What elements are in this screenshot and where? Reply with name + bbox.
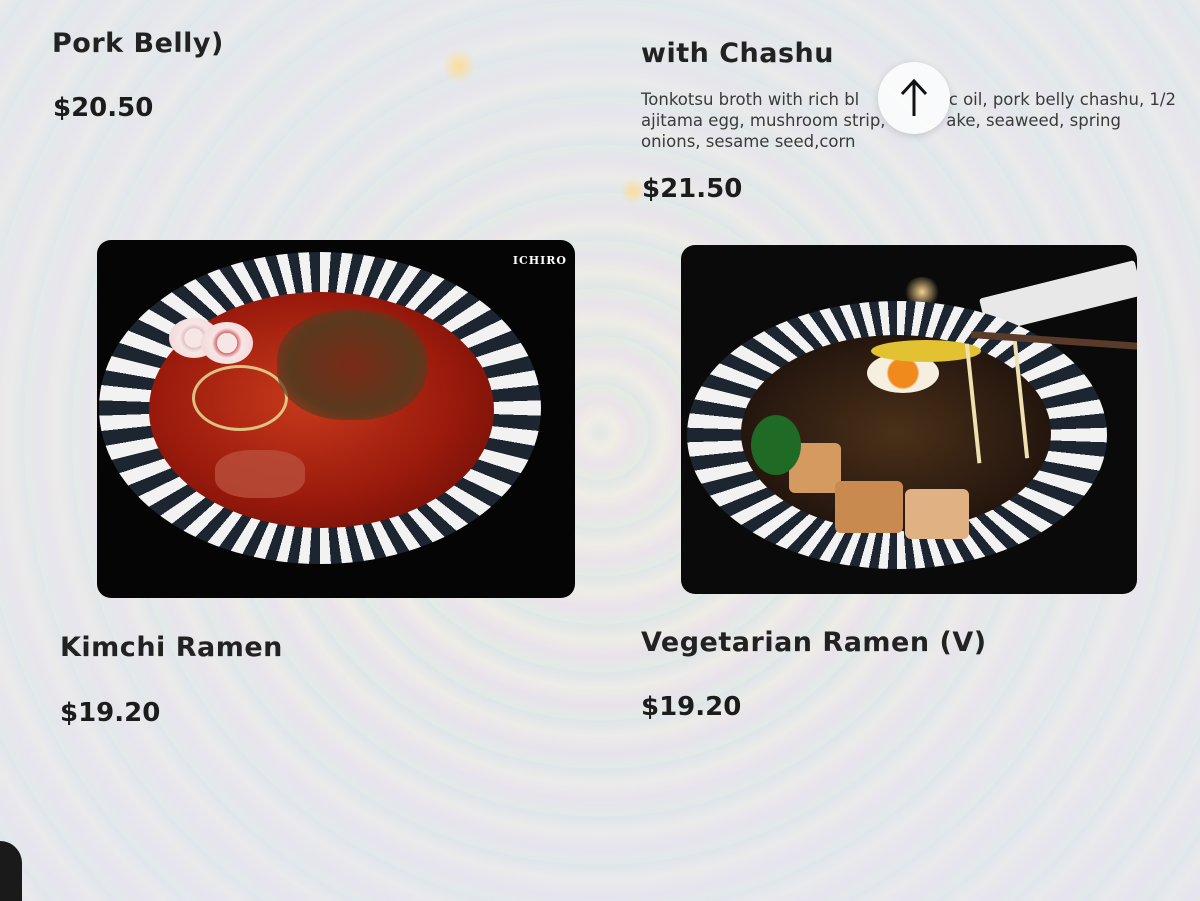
kimchi-ramen-photo[interactable]: ICHIRO	[97, 240, 575, 598]
item-title: Vegetarian Ramen (V)	[641, 627, 987, 658]
desc-line-3: onions, sesame seed,corn	[641, 132, 856, 151]
kimchi-topping	[277, 310, 427, 420]
desc-line-2a: ajitama egg, mushroom strip,	[641, 111, 886, 130]
item-price: $21.50	[642, 174, 743, 204]
naruto-slice	[201, 322, 253, 364]
desc-line-2b: ake, seaweed, spring	[946, 111, 1121, 130]
item-price: $19.20	[60, 698, 161, 728]
item-title: with Chashu	[641, 38, 834, 69]
desc-line-1a: Tonkotsu broth with rich bl	[641, 90, 860, 109]
item-price: $20.50	[53, 93, 154, 123]
desc-line-1b: c oil, pork belly chashu, 1/2	[948, 90, 1176, 109]
screen-glare	[622, 176, 644, 206]
greens	[751, 415, 801, 475]
vegetarian-ramen-photo[interactable]	[681, 245, 1137, 594]
item-price: $19.20	[641, 692, 742, 722]
noodles	[192, 365, 288, 431]
ichiro-logo: ICHIRO	[512, 254, 567, 267]
tofu-cube	[905, 489, 969, 539]
item-title: Kimchi Ramen	[60, 632, 283, 663]
tofu-cube	[835, 481, 903, 533]
arrow-up-icon	[900, 78, 928, 116]
scroll-to-top-button[interactable]	[878, 62, 950, 134]
kimchi-cabbage	[215, 450, 305, 498]
item-title: Pork Belly)	[52, 28, 224, 59]
screen-glare	[444, 46, 474, 86]
